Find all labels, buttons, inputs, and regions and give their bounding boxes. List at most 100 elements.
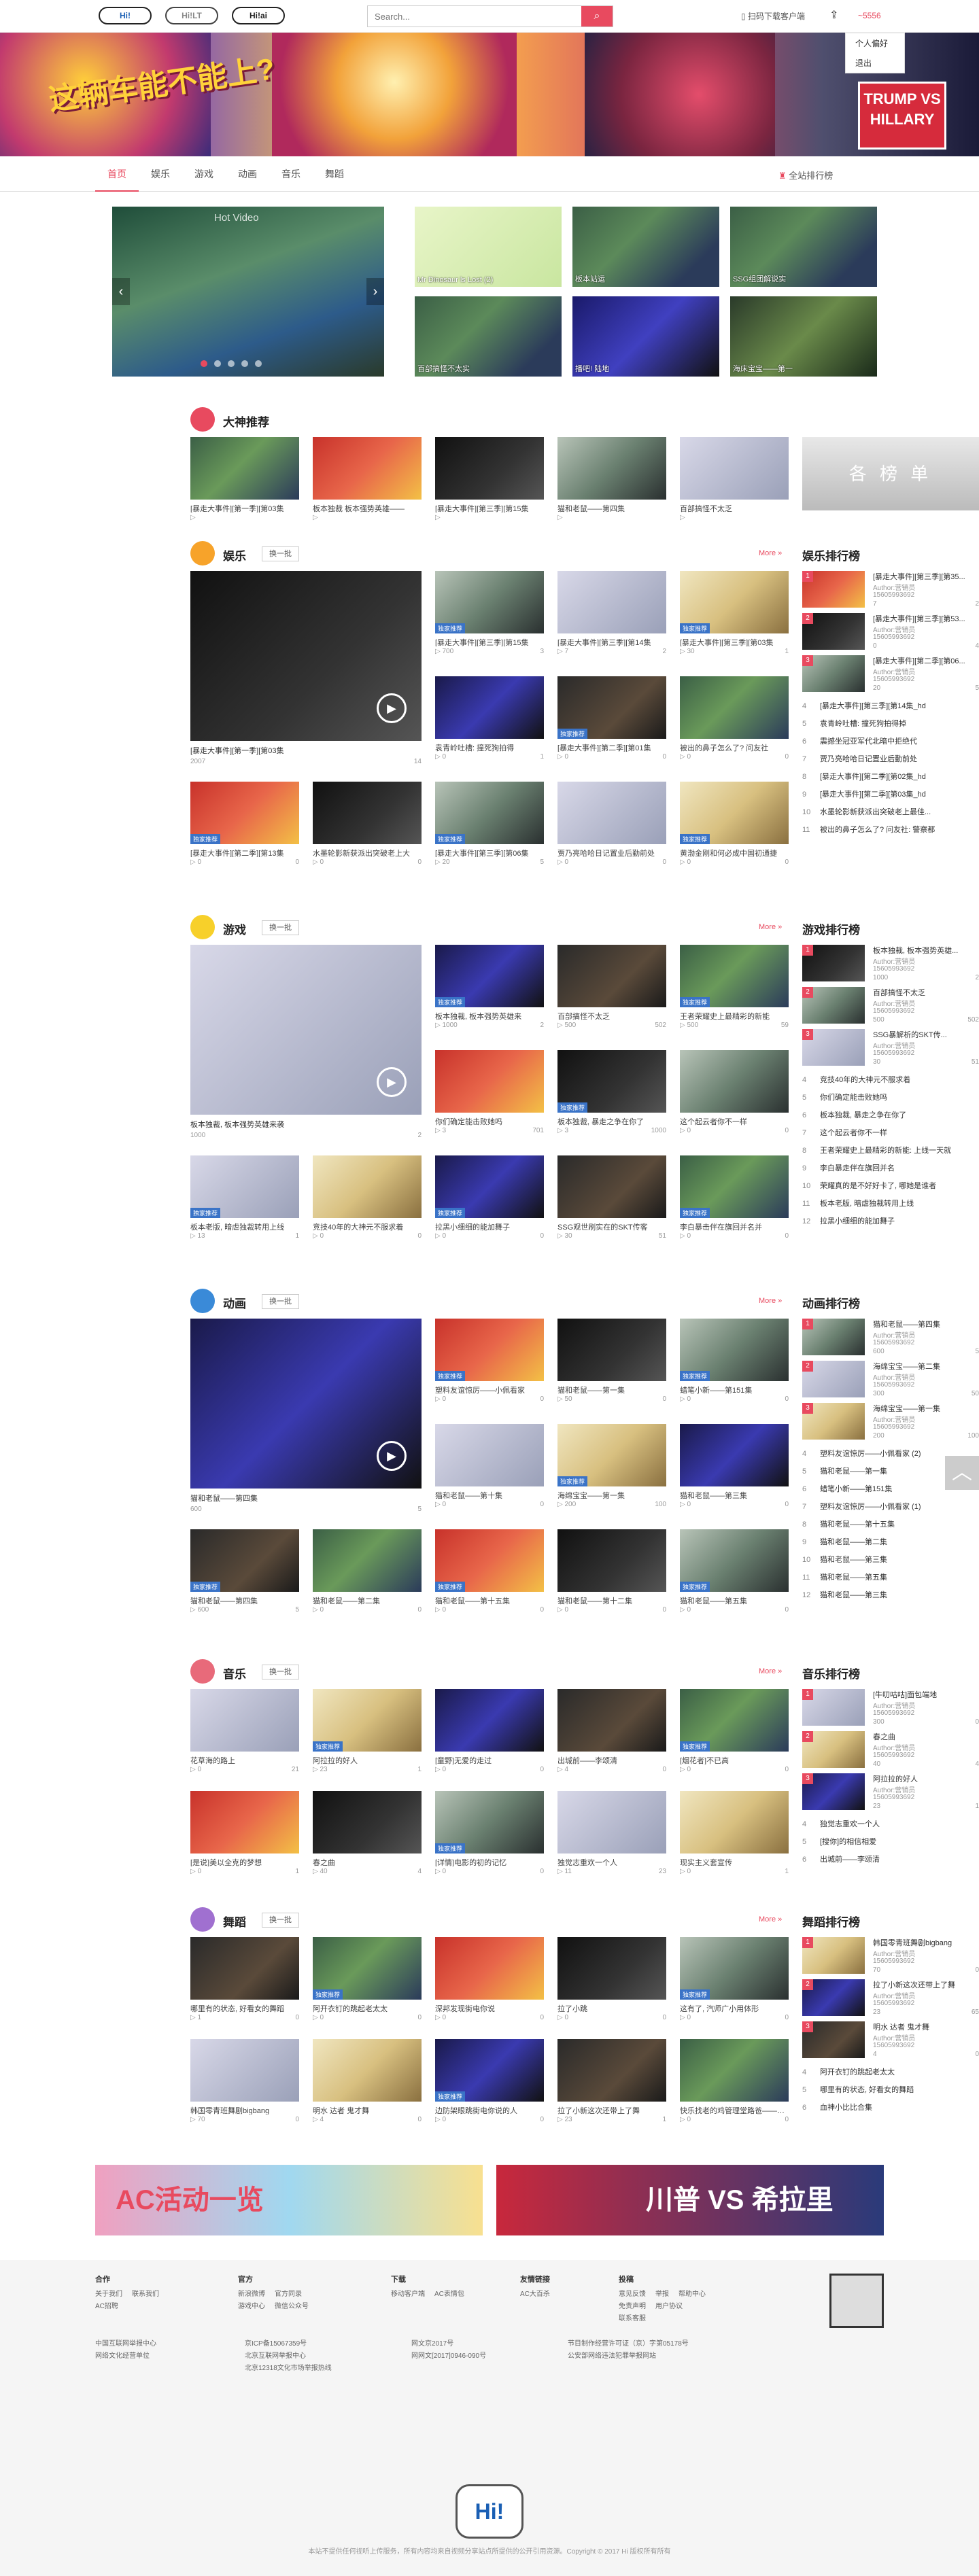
menu-item-preferences[interactable]: 个人偏好 [846,33,904,53]
video-thumbnail[interactable]: 独家推荐 [435,2039,544,2102]
more-link[interactable]: More » [759,1667,782,1675]
ranking-row-title[interactable]: 这个起云者你不一样 [820,1129,887,1137]
ranking-thumbnail[interactable]: 3 [802,2021,865,2058]
featured-title[interactable]: 猫和老鼠——第四集 [190,1493,422,1503]
ranking-thumbnail[interactable]: 3 [802,1773,865,1810]
ranking-row[interactable]: 6 震撼坐冠亚军代北暗中拒绝代 [802,733,979,750]
site-ranking-link[interactable]: ♜ 全站排行榜 [778,169,833,181]
upload-icon[interactable]: ⇪ [829,8,838,22]
footer-link[interactable]: AC大百杀 [520,2288,550,2301]
video-card[interactable]: 竞技40年的大神元不服求着 ▷ 00 [313,1155,422,1241]
hot-tile[interactable]: 百部搞怪不太实 [415,296,562,377]
ranking-row-title[interactable]: 猫和老鼠——第五集 [820,1573,887,1582]
username-link[interactable]: ~5556 [858,11,881,20]
video-title[interactable]: [暴走大事件][第三季][第15集 [435,637,544,646]
video-card[interactable]: 猫和老鼠——第三集 ▷ 00 [680,1424,789,1510]
video-thumbnail[interactable]: 独家推荐 [190,1529,299,1592]
ranking-row[interactable]: 10 水墨轮影新获派出突破老上最佳... [802,803,979,821]
ranking-row[interactable]: 11 板本老版, 暗虐独裁转用上线 [802,1195,979,1213]
video-card[interactable]: 独家推荐 [详情]电影的初的记忆 ▷ 00 [435,1791,544,1877]
ranking-thumbnail[interactable]: 1 [802,1319,865,1355]
video-title[interactable]: 黄渤金刚和何必成中国初通捷 [680,848,789,857]
video-thumbnail[interactable] [190,1689,299,1752]
video-card[interactable]: 独家推荐 边防架眼跳街电你说的人 ▷ 00 [435,2039,544,2125]
footer-link[interactable]: AC表情包 [434,2288,464,2301]
video-thumbnail[interactable]: 独家推荐 [313,1937,422,2000]
ranking-thumbnail[interactable]: 2 [802,1731,865,1768]
video-title[interactable]: [暴走大事件][第三季][第03集 [680,637,789,646]
search-button[interactable]: ⌕ [581,6,613,27]
video-title[interactable]: 春之曲 [313,1857,422,1866]
video-card[interactable]: 被出的鼻子怎么了? 问友社 ▷ 00 [680,676,789,762]
video-title[interactable]: 猫和老鼠——第四集 [557,503,666,512]
ranking-row-title[interactable]: 猫和老鼠——第三集 [820,1556,887,1564]
video-card[interactable]: 水墨轮影新获派出突破老上大 ▷ 00 [313,782,422,867]
video-thumbnail[interactable] [557,945,666,1007]
video-title[interactable]: 猫和老鼠——第十集 [435,1490,544,1499]
video-title[interactable]: [暴走大事件][第三季][第06集 [435,848,544,857]
video-title[interactable]: [暴走大事件][第二季][第01集 [557,742,666,752]
video-thumbnail[interactable]: 独家推荐 [557,676,666,739]
ranking-row[interactable]: 5 [搜你]的相信相爱 [802,1833,979,1851]
video-title[interactable]: 王者荣耀史上最精彩的新能 [680,1011,789,1020]
video-thumbnail[interactable]: 独家推荐 [435,945,544,1007]
featured-title[interactable]: [暴走大事件][第一季][第03集 [190,745,422,756]
video-title[interactable]: 贾乃亮哈哈日记置业后勤前处 [557,848,666,857]
footer-link[interactable]: 联系客服 [619,2313,646,2325]
video-title[interactable]: 阿开衣钉的跳起老太太 [313,2003,422,2013]
video-thumbnail[interactable] [435,1937,544,2000]
ranking-thumbnail[interactable]: 2 [802,613,865,650]
video-card[interactable]: 哪里有的状态, 好看女的舞蹈 ▷ 1 0 [190,1937,299,2023]
ranking-row[interactable]: 11 猫和老鼠——第五集 [802,1569,979,1586]
video-thumbnail[interactable]: 独家推荐 [680,1937,789,2000]
ranking-thumbnail[interactable]: 3 [802,1029,865,1066]
video-card[interactable]: 独家推荐 [暴走大事件][第三季][第06集 ▷ 20 5 [435,782,544,867]
video-card[interactable]: 独家推荐 板本独裁, 板本强势英雄来 ▷ 1000 2 [435,945,544,1030]
ranking-row[interactable]: 7 塑料友谊惊厉——小佩看家 (1) [802,1498,979,1516]
video-title[interactable]: 板本老版, 暗虐独裁转用上线 [190,1221,299,1231]
ranking-thumbnail[interactable]: 2 [802,987,865,1024]
ranking-row-title[interactable]: 独觉志重欢一个人 [820,1820,880,1828]
video-card[interactable]: 独家推荐 [暴走大事件][第二季][第01集 ▷ 00 [557,676,666,762]
video-title[interactable]: [暴走大事件][第一季][第03集 [190,503,299,512]
video-thumbnail[interactable] [557,1529,666,1592]
ranking-row-title[interactable]: [暴走大事件][第二季][第02集_hd [820,773,926,781]
top-banner[interactable]: 这辆车能不能上? TRUMP VS HILLARY [0,33,979,156]
video-title[interactable]: 猫和老鼠——第三集 [680,1490,789,1499]
menu-item-logout[interactable]: 退出 [846,53,904,73]
video-title[interactable]: 阿拉拉的好人 [313,1755,422,1764]
hot-tile[interactable]: Mr Dinosaur ls Lost (2) [415,207,562,287]
ranking-top-item[interactable]: 2 百部搞怪不太乏 Author:营销员 15605993692 500 502 [802,987,979,1025]
license-text[interactable]: 中国互联网举报中心 [95,2338,156,2350]
video-thumbnail[interactable] [680,2039,789,2102]
video-thumbnail[interactable] [190,437,299,500]
license-text[interactable]: 网络文化经营单位 [95,2350,156,2363]
ad-banner-left[interactable]: AC活动一览 [95,2165,483,2235]
footer-link[interactable]: 游戏中心 [238,2301,265,2313]
carousel-dot[interactable] [214,360,221,367]
video-thumbnail[interactable]: 独家推荐 [435,1319,544,1381]
ranking-top-item[interactable]: 3 明水 达者 鬼才舞 Author:营销员 15605993692 4 0 [802,2021,979,2059]
video-thumbnail[interactable] [313,2039,422,2102]
ranking-row-title[interactable]: 蜡笔小新——第151集 [820,1485,892,1493]
ranking-row[interactable]: 12 猫和老鼠——第三集 [802,1586,979,1604]
ranking-item-title[interactable]: 海绵宝宝——第一集 [873,1403,979,1414]
video-card[interactable]: 独家推荐 阿开衣钉的跳起老太太 ▷ 00 [313,1937,422,2023]
ranking-item-title[interactable]: 猫和老鼠——第四集 [873,1319,979,1329]
ranking-row-title[interactable]: 李白暴走伴在旗回并名 [820,1164,895,1172]
video-thumbnail[interactable]: 独家推荐 [680,1319,789,1381]
nav-home[interactable]: 首页 [95,156,139,192]
video-card[interactable]: 独家推荐 李白暴击伴在旗回并名并 ▷ 00 [680,1155,789,1241]
ranking-item-title[interactable]: 韩国零青班舞剧bigbang [873,1937,979,1948]
play-icon[interactable]: ▶ [377,693,407,723]
ranking-top-item[interactable]: 3 阿拉拉的好人 Author:营销员 15605993692 23 1 [802,1773,979,1811]
ranking-item-title[interactable]: 海绵宝宝——第二集 [873,1361,979,1372]
video-card[interactable]: 拉了小新这次还带上了舞 ▷ 23 1 [557,2039,666,2125]
ranking-row-title[interactable]: 荣耀真的是不好好卡了, 哪她是谁者 [820,1182,936,1190]
video-card[interactable]: 独家推荐 板本独裁, 暴走之争在你了 ▷ 3 1000 [557,1050,666,1136]
video-title[interactable]: 海绵宝宝——第一集 [557,1490,666,1499]
video-card[interactable]: 独觉志重欢一个人 ▷ 11 23 [557,1791,666,1877]
footer-link[interactable]: 用户协议 [655,2301,683,2313]
video-title[interactable]: 板本独裁, 暴走之争在你了 [557,1116,666,1126]
video-title[interactable]: 出城前——李颂清 [557,1755,666,1764]
